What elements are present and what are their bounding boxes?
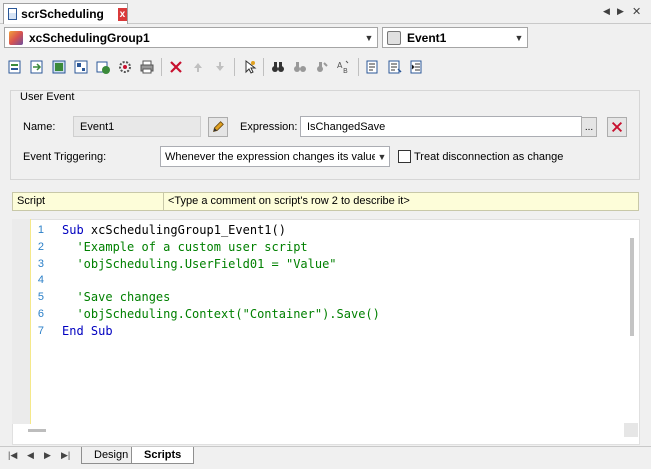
code-line[interactable]: 'Example of a custom user script (62, 239, 307, 256)
script-comment-cell[interactable]: <Type a comment on script's row 2 to des… (164, 193, 410, 210)
svg-text:B: B (343, 67, 348, 75)
group-title: User Event (18, 91, 77, 103)
comment-icon[interactable] (362, 56, 384, 78)
move-down-icon[interactable] (209, 56, 231, 78)
edit-name-button[interactable] (208, 117, 228, 137)
find-next-icon[interactable] (289, 56, 311, 78)
script-toolbar: AB (4, 56, 428, 78)
line-number: 4 (37, 274, 44, 287)
line-number: 7 (37, 324, 44, 337)
settings-icon[interactable] (114, 56, 136, 78)
gutter-marker-line (30, 219, 31, 424)
toolbar-separator (358, 58, 359, 76)
spellcheck-icon[interactable]: AB (333, 56, 355, 78)
delete-icon[interactable] (165, 56, 187, 78)
find-icon[interactable] (267, 56, 289, 78)
code-line[interactable]: Sub xcSchedulingGroup1_Event1() (62, 222, 286, 239)
editor-gutter (12, 219, 30, 424)
line-number: 2 (37, 240, 44, 253)
properties-icon[interactable] (70, 56, 92, 78)
event-selector[interactable]: Event1 ▼ (382, 27, 528, 48)
chevron-down-icon[interactable]: ▼ (511, 28, 527, 47)
treat-disconnection-label[interactable]: Treat disconnection as change (414, 151, 563, 163)
event-triggering-select[interactable]: Whenever the expression changes its valu… (160, 146, 390, 167)
vertical-scroll-thumb[interactable] (630, 238, 634, 336)
tab-scrscheduling[interactable]: scrScheduling x (3, 3, 128, 24)
name-field[interactable]: Event1 (73, 116, 201, 137)
expression-label: Expression: (240, 121, 298, 133)
pencil-icon (213, 121, 224, 132)
uncomment-icon[interactable] (384, 56, 406, 78)
scroll-left-icon[interactable]: ◀ (603, 6, 610, 17)
chevron-down-icon[interactable]: ▼ (375, 151, 389, 162)
browse-label: ... (584, 121, 594, 133)
browse-expression-button[interactable]: ... (581, 117, 597, 137)
replace-icon[interactable] (311, 56, 333, 78)
line-number: 5 (37, 291, 44, 304)
chevron-down-icon[interactable]: ▼ (361, 28, 377, 47)
print-icon[interactable] (136, 56, 158, 78)
close-tab-icon[interactable]: x (117, 7, 127, 21)
new-script-icon[interactable] (4, 56, 26, 78)
event-triggering-value: Whenever the expression changes its valu… (165, 150, 375, 163)
tab-scripts[interactable]: Scripts (131, 447, 195, 464)
object-selector[interactable]: xcSchedulingGroup1 ▼ (4, 27, 378, 48)
event-selector-value: Event1 (407, 30, 447, 45)
last-tab-icon[interactable]: ▶| (61, 450, 70, 461)
previous-tab-icon[interactable]: ◀ (27, 450, 34, 461)
horizontal-scroll-thumb[interactable] (28, 429, 46, 432)
code-line[interactable]: 'objScheduling.UserField01 = "Value" (62, 256, 336, 273)
move-up-icon[interactable] (187, 56, 209, 78)
first-tab-icon[interactable]: |◀ (8, 450, 17, 461)
document-icon (8, 8, 18, 20)
clear-expression-button[interactable] (607, 117, 627, 137)
scheduling-group-icon (9, 30, 23, 45)
event-triggering-label: Event Triggering: (23, 151, 107, 163)
pick-tag-icon[interactable] (238, 56, 260, 78)
import-icon[interactable] (26, 56, 48, 78)
name-label: Name: (23, 121, 56, 133)
code-line[interactable]: 'objScheduling.Context("Container").Save… (62, 306, 379, 323)
expression-input[interactable]: IsChangedSave (300, 116, 582, 137)
toolbar-separator (161, 58, 162, 76)
close-panel-icon[interactable]: ✕ (632, 5, 641, 18)
script-name-cell: Script (13, 193, 164, 210)
toolbar-separator (234, 58, 235, 76)
event-icon (387, 30, 401, 45)
export-icon[interactable] (48, 56, 70, 78)
line-number: 6 (37, 308, 44, 320)
delete-icon (611, 121, 623, 133)
toolbar-separator (263, 58, 264, 76)
indent-icon[interactable] (406, 56, 428, 78)
scroll-right-icon[interactable]: ▶ (617, 6, 624, 17)
next-tab-icon[interactable]: ▶ (44, 450, 51, 461)
line-number: 1 (37, 224, 44, 236)
script-comment-bar: Script <Type a comment on script's row 2… (12, 192, 639, 211)
scrollbar-corner (624, 423, 638, 437)
tab-title: scrScheduling (21, 7, 104, 21)
run-icon[interactable] (92, 56, 114, 78)
name-value: Event1 (80, 120, 115, 133)
code-line[interactable]: 'Save changes (62, 289, 170, 306)
code-line[interactable]: End Sub (62, 323, 113, 340)
line-number: 3 (37, 257, 44, 270)
treat-disconnection-checkbox[interactable] (398, 150, 411, 163)
object-selector-value: xcSchedulingGroup1 (29, 30, 150, 45)
expression-value: IsChangedSave (307, 120, 386, 133)
